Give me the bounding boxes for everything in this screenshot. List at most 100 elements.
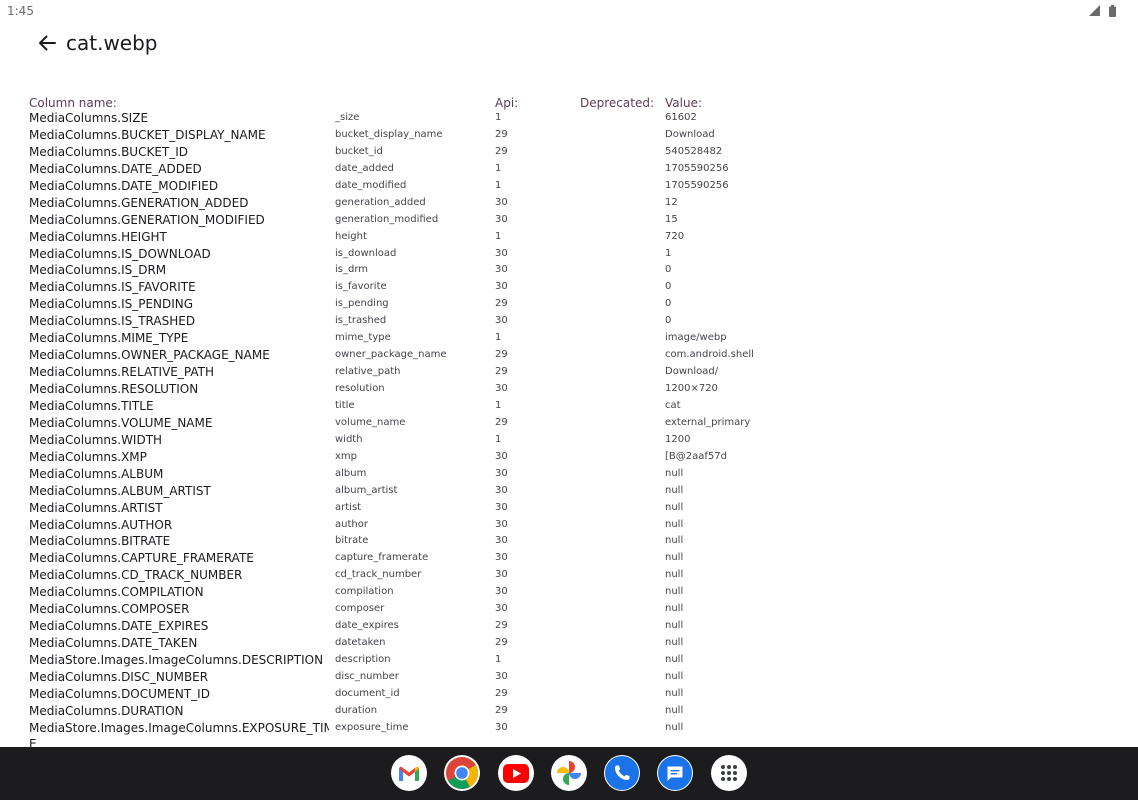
table-row: MediaColumns.CAPTURE_FRAMERATE capture_fr…: [29, 550, 1129, 567]
db-column-cell: bitrate: [335, 535, 369, 547]
value-cell: 0: [665, 298, 672, 310]
table-row: MediaColumns.BUCKET_ID bucket_id 29 5405284…: [29, 144, 1129, 161]
column-name-cell: MediaColumns.IS_FAVORITE: [29, 280, 196, 295]
table-row: MediaColumns.DOCUMENT_ID document_id 29 nul…: [29, 686, 1129, 703]
table-row: MediaStore.Images.ImageColumns.DESCRIPTI…: [29, 652, 1129, 669]
db-column-cell: resolution: [335, 383, 385, 394]
column-name-cell: MediaColumns.GENERATION_ADDED: [29, 195, 249, 210]
column-name-cell: MediaColumns.RESOLUTION: [29, 382, 199, 396]
column-name-cell: MediaColumns.IS_DRM: [29, 263, 167, 278]
signal-icon: [1089, 5, 1100, 16]
api-cell: 30: [495, 264, 508, 276]
api-cell: 30: [495, 586, 508, 598]
value-cell: 720: [665, 230, 685, 242]
value-cell: 1705590256: [665, 179, 729, 191]
table-row: MediaColumns.COMPILATION compilation 30 nul…: [29, 584, 1129, 601]
db-column-cell: bucket_id: [335, 145, 383, 157]
api-cell: 30: [495, 501, 508, 513]
gmail-icon: [398, 765, 420, 782]
column-name-cell: MediaColumns.DATE_EXPIRES: [29, 619, 209, 634]
table-row: MediaColumns.VOLUME_NAME volume_name 29 ext…: [29, 415, 1129, 432]
table-row: MediaColumns.IS_PENDING is_pending 29 0: [29, 296, 1129, 313]
messages-app-button[interactable]: [657, 755, 693, 791]
api-cell: 30: [495, 484, 508, 496]
api-cell: 29: [495, 416, 508, 428]
value-cell: image/webp: [665, 332, 727, 344]
value-cell: 1705590256: [665, 162, 729, 174]
value-cell: null: [665, 704, 684, 716]
column-name-cell: MediaColumns.IS_DOWNLOAD: [29, 246, 211, 261]
api-cell: 29: [495, 366, 508, 378]
value-cell: 0: [665, 264, 672, 276]
value-cell: null: [665, 501, 684, 513]
db-column-cell: compilation: [335, 586, 394, 598]
value-cell: 12: [665, 196, 678, 208]
value-cell: 15: [665, 213, 678, 225]
db-column-cell: xmp: [335, 450, 358, 462]
app-bar: cat.webp: [0, 22, 1138, 66]
table-row: MediaColumns.DATE_ADDED date_added 1 170559…: [29, 161, 1129, 178]
app-drawer-app-button[interactable]: [711, 755, 747, 791]
table-row: MediaColumns.RELATIVE_PATH relative_path 2…: [29, 364, 1129, 381]
column-name-cell: MediaStore.Images.ImageColumns.EXPOSURE_…: [29, 720, 329, 735]
table-row: MediaColumns.AUTHOR author 30 null: [29, 517, 1129, 534]
column-name-cell: MediaColumns.CD_TRACK_NUMBER: [29, 568, 243, 583]
api-cell: 30: [495, 552, 508, 564]
api-cell: 29: [495, 128, 508, 140]
api-cell: 1: [495, 179, 502, 191]
photos-app-button[interactable]: [551, 755, 587, 791]
api-cell: 29: [495, 687, 508, 699]
value-cell: null: [665, 552, 684, 564]
column-name-cell: MediaColumns.DATE_TAKEN: [29, 636, 198, 651]
db-column-cell: is_pending: [335, 298, 389, 310]
table-row: MediaColumns.MIME_TYPE mime_type 1 image/we…: [29, 330, 1129, 347]
table-row: MediaColumns.ARTIST artist 30 null: [29, 500, 1129, 517]
column-name-cell: MediaColumns.MIME_TYPE: [29, 331, 189, 346]
api-cell: 30: [495, 383, 508, 394]
value-cell: Download/: [665, 366, 719, 378]
column-name-cell: MediaColumns.ALBUM: [29, 466, 164, 481]
phone-app-button[interactable]: [604, 755, 640, 791]
table-row: MediaColumns.ALBUM_ARTIST album_artist 30 n…: [29, 483, 1129, 500]
api-cell: 30: [495, 670, 508, 682]
value-cell: Download: [665, 128, 715, 140]
db-column-cell: _size: [335, 112, 360, 123]
api-cell: 1: [495, 162, 502, 174]
back-button[interactable]: [32, 28, 62, 58]
api-cell: 29: [495, 145, 508, 157]
db-column-cell: album: [335, 467, 367, 479]
value-cell: [B@2aaf57d: [665, 450, 727, 462]
chrome-app-button[interactable]: [444, 755, 480, 791]
column-name-cell: MediaColumns.ARTIST: [29, 500, 163, 515]
api-cell: 30: [495, 450, 508, 462]
table-row: MediaColumns.IS_TRASHED is_trashed 30 0: [29, 313, 1129, 330]
table-row: MediaColumns.IS_DOWNLOAD is_download 30 1: [29, 246, 1129, 263]
table-row: MediaColumns.DURATION duration 29 null: [29, 703, 1129, 720]
api-cell: 30: [495, 603, 508, 615]
value-cell: cat: [665, 399, 681, 411]
column-name-cell: MediaColumns.OWNER_PACKAGE_NAME: [29, 348, 270, 363]
column-name-cell: MediaColumns.DATE_MODIFIED: [29, 178, 219, 193]
status-bar: 1:45: [0, 0, 1138, 22]
db-column-cell: is_download: [335, 247, 397, 259]
app-drawer-icon: [720, 764, 738, 782]
column-name-cell: MediaColumns.BUCKET_DISPLAY_NAME: [29, 127, 266, 142]
youtube-app-button[interactable]: [498, 755, 534, 791]
api-cell: 29: [495, 298, 508, 310]
api-cell: 30: [495, 569, 508, 581]
column-name-cell: MediaColumns.RELATIVE_PATH: [29, 365, 214, 380]
db-column-cell: capture_framerate: [335, 552, 429, 564]
db-column-cell: height: [335, 230, 367, 242]
db-column-cell: author: [335, 518, 368, 530]
table-row: MediaColumns.DATE_MODIFIED date_modified 1…: [29, 178, 1129, 195]
gmail-app-button[interactable]: [391, 755, 427, 791]
value-cell: 1200×720: [665, 383, 718, 394]
table-row: MediaColumns.IS_DRM is_drm 30 0: [29, 262, 1129, 279]
db-column-cell: bucket_display_name: [335, 128, 443, 140]
table-row: MediaColumns.CD_TRACK_NUMBER cd_track_num…: [29, 567, 1129, 584]
messages-icon: [657, 755, 693, 791]
api-cell: 30: [495, 315, 508, 327]
status-time: 1:45: [7, 4, 34, 18]
value-cell: null: [665, 654, 684, 665]
api-cell: 29: [495, 704, 508, 716]
